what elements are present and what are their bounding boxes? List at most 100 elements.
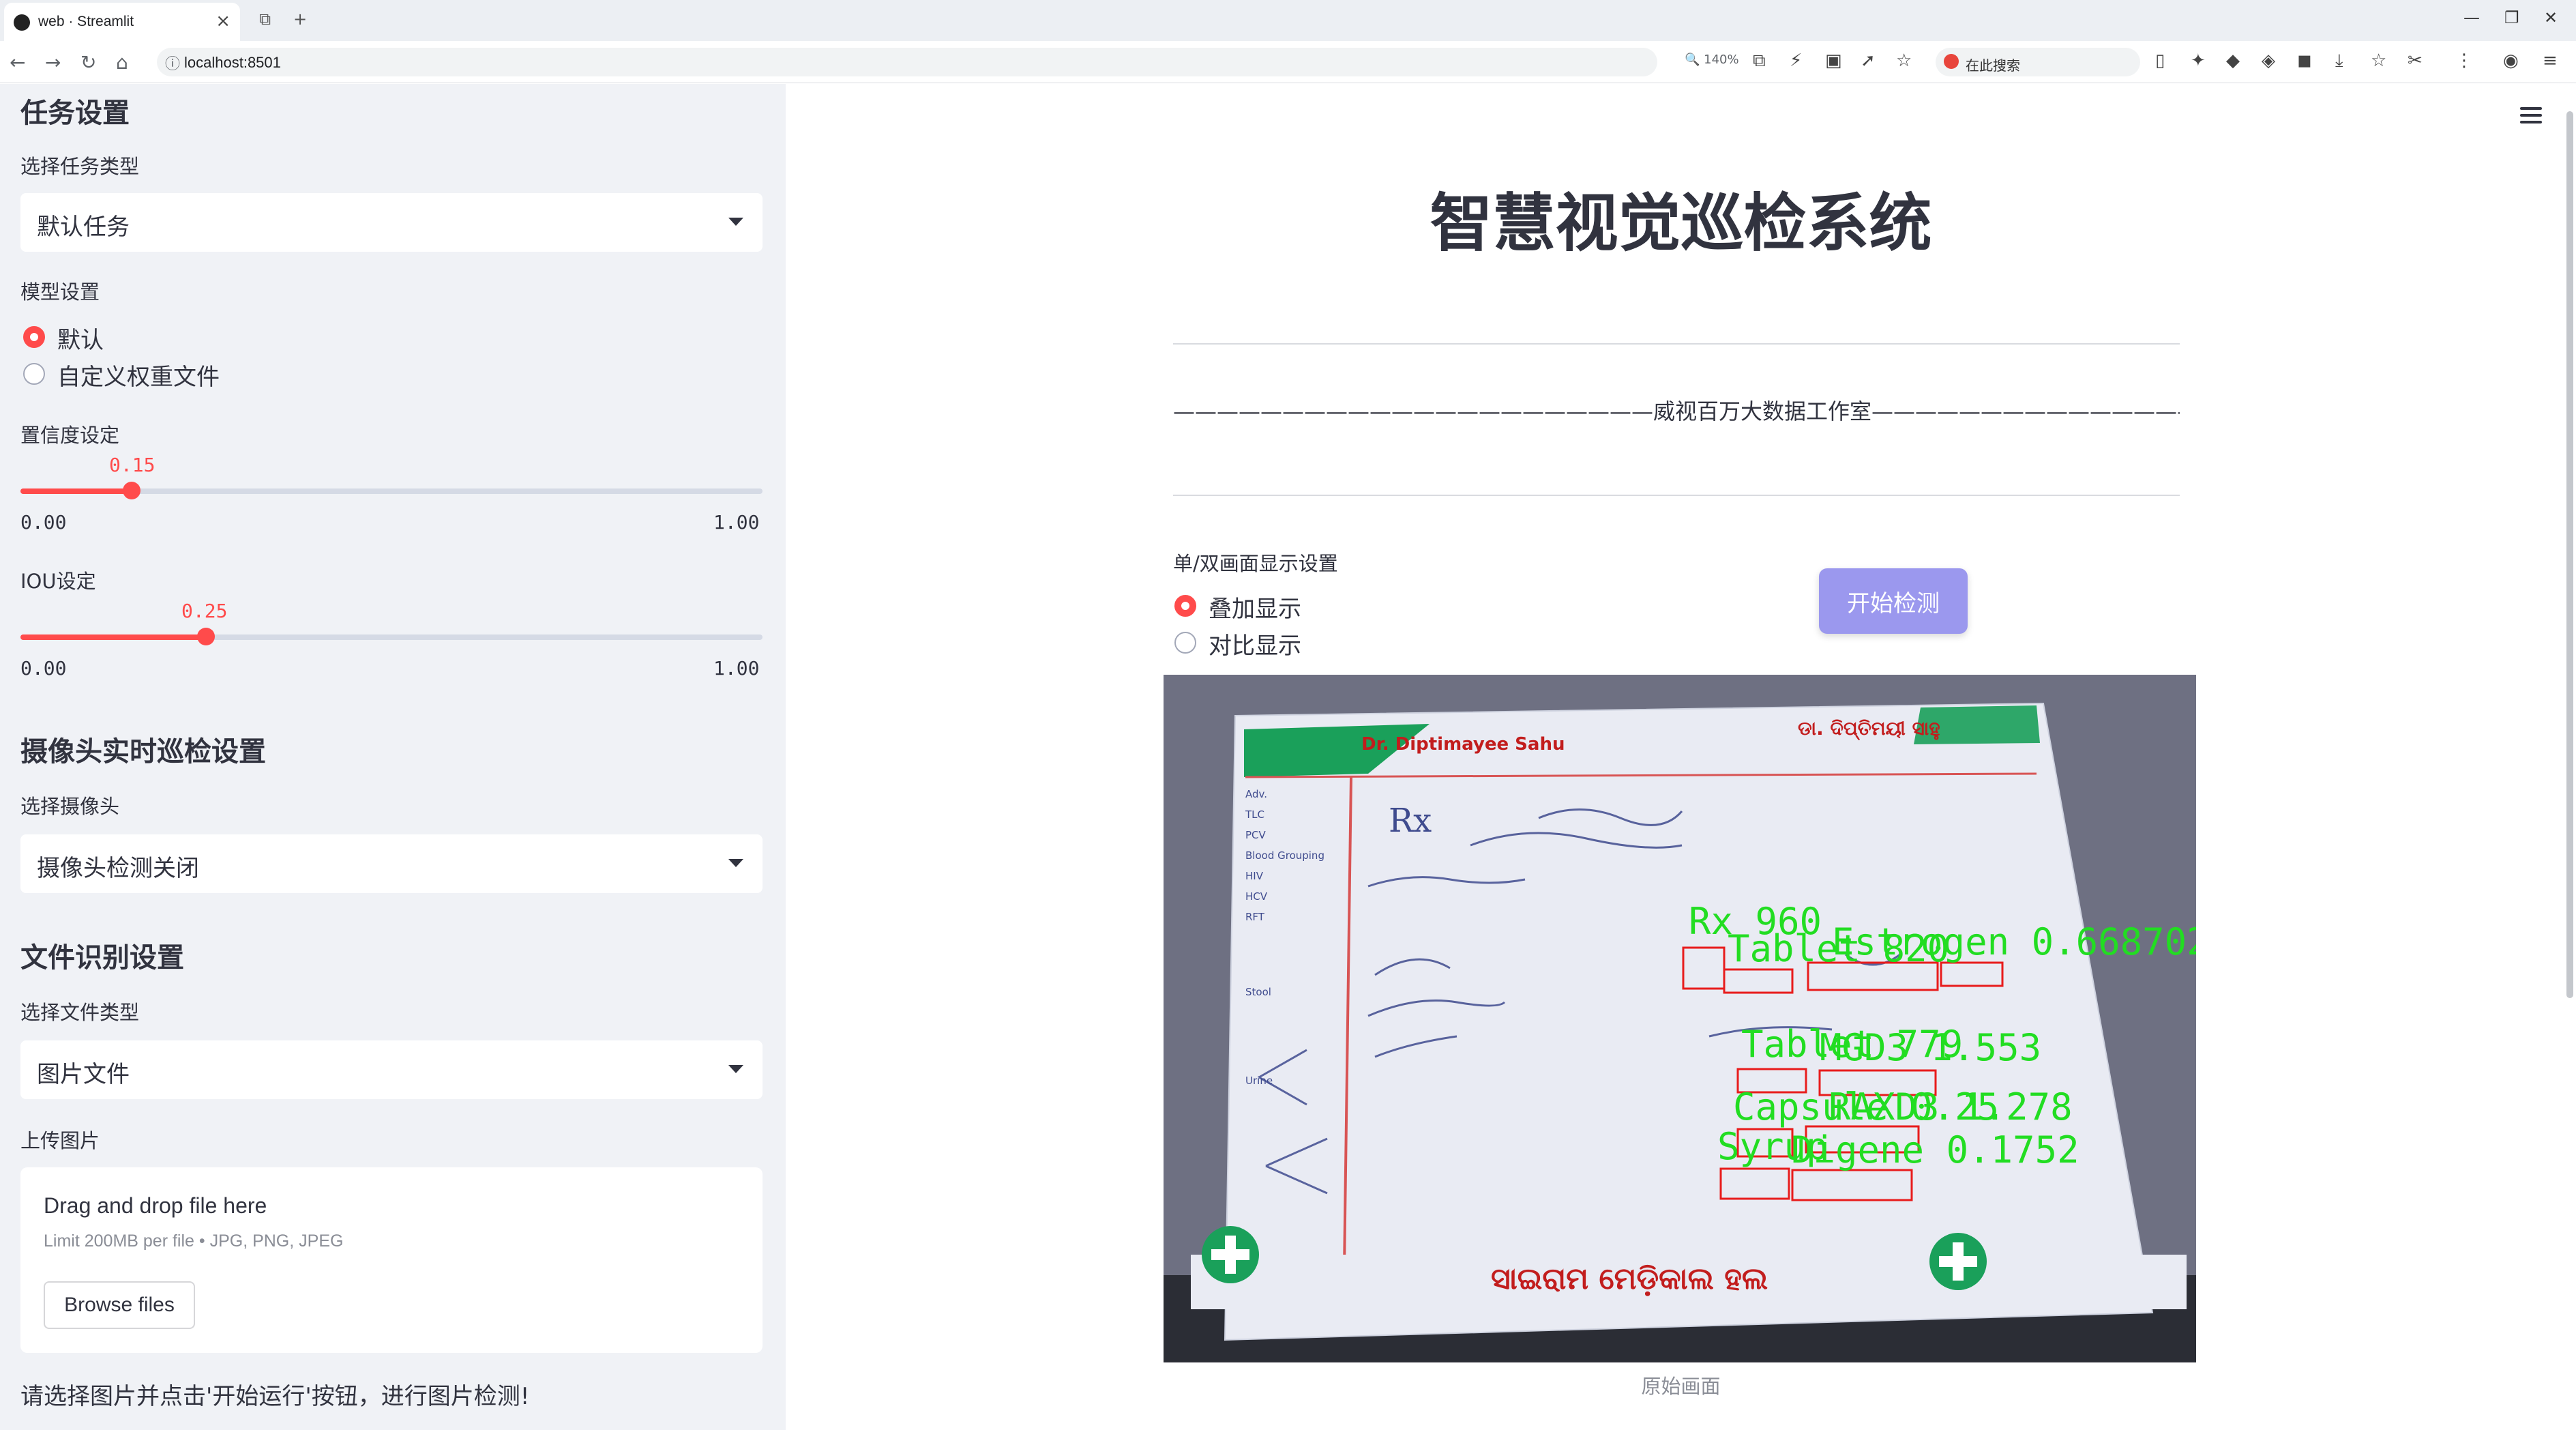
zoom-indicator[interactable]: 🔍 140% (1685, 53, 1739, 67)
browser-search-box[interactable]: 在此搜索 (1936, 48, 2140, 76)
forward-icon[interactable]: → (45, 51, 61, 74)
reload-icon[interactable]: ↻ (80, 51, 96, 74)
lightning-icon[interactable]: ⚡ (1790, 50, 1802, 71)
svg-text:Stool: Stool (1245, 986, 1271, 998)
divider-bottom (1173, 495, 2180, 496)
browser-tab[interactable]: web · Streamlit × (4, 3, 240, 41)
url-bar[interactable]: ⓘ localhost:8501 (157, 48, 1657, 76)
studio-banner: ——————————————————————威视百万大数据工作室————————… (1173, 398, 2180, 424)
iou-slider-handle[interactable] (197, 628, 215, 645)
svg-text:PCV: PCV (1245, 829, 1267, 841)
share-icon[interactable]: ➚ (1861, 50, 1876, 71)
svg-text:RFT: RFT (1245, 911, 1265, 923)
confidence-slider-handle[interactable] (123, 482, 141, 499)
back-icon[interactable]: ← (10, 51, 25, 74)
extension-4-icon[interactable]: ◼ (2297, 50, 2312, 71)
search-engine-logo-icon (1944, 54, 1959, 69)
iou-slider[interactable] (20, 628, 763, 645)
odia-header: ଡା. ଦିପ୍ତିମୟୀ ସାହୁ (1798, 717, 1940, 741)
detection-label-raxd3: RAXD3 1.278 (1829, 1085, 2073, 1128)
detection-label-estrogen: Estrogen 0.668702 (1832, 920, 2196, 963)
extension-icon[interactable]: ✦ (2191, 50, 2206, 71)
start-detection-button[interactable]: 开始检测 (1819, 568, 1968, 634)
task-type-label: 选择任务类型 (20, 155, 140, 178)
doctor-name: Dr. Diptimayee Sahu (1361, 734, 1565, 755)
display-mode-label: 单/双画面显示设置 (1173, 552, 1338, 575)
file-type-value: 图片文件 (37, 1061, 130, 1088)
iou-slider-fill (20, 634, 206, 640)
dropzone-limit: Limit 200MB per file • JPG, PNG, JPEG (44, 1231, 344, 1251)
display-option-overlay-label: 叠加显示 (1209, 596, 1301, 623)
radio-unselected-icon[interactable] (23, 363, 45, 385)
bookmark-star-icon[interactable]: ☆ (1896, 50, 1912, 71)
task-type-value: 默认任务 (37, 214, 130, 241)
confidence-slider-fill (20, 488, 132, 494)
footer-odia: ସାଇରାମ ମେଡ଼ିକାଲ ହଲ (1491, 1261, 1768, 1296)
divider-top (1173, 343, 2180, 345)
home-icon[interactable]: ⌂ (116, 51, 128, 74)
iou-min: 0.00 (20, 657, 67, 680)
file-dropzone[interactable]: Drag and drop file here Limit 200MB per … (20, 1167, 763, 1353)
chevron-down-icon (728, 859, 743, 867)
task-type-select[interactable]: 默认任务 (20, 193, 763, 252)
zoom-level: 140% (1704, 53, 1739, 67)
tab-title: web · Streamlit (38, 14, 134, 29)
close-tab-icon[interactable]: × (216, 11, 231, 31)
download-icon[interactable]: ⤓ (2335, 50, 2343, 72)
svg-text:HIV: HIV (1245, 870, 1264, 882)
hamburger-menu-icon[interactable] (2520, 107, 2542, 128)
address-toolbar: ← → ↻ ⌂ ⓘ localhost:8501 🔍 140% ⧉ ⚡ ▣ ➚ … (0, 41, 2576, 83)
confidence-slider[interactable] (20, 482, 763, 499)
profile-avatar-icon[interactable]: ◉ (2503, 50, 2519, 71)
model-option-default-label: 默认 (57, 327, 104, 354)
main-content: 智慧视觉巡检系统 ——————————————————————威视百万大数据工作… (786, 84, 2576, 1430)
file-settings-heading: 文件识别设置 (20, 942, 184, 974)
cut-icon[interactable]: ✂ (2408, 50, 2423, 71)
page-title: 智慧视觉巡检系统 (1430, 187, 1932, 260)
camera-select-label: 选择摄像头 (20, 795, 120, 818)
radio-selected-icon[interactable] (1174, 595, 1196, 617)
iou-max: 1.00 (713, 657, 760, 680)
model-settings-label: 模型设置 (20, 280, 100, 304)
more-icon[interactable]: ⋮ (2455, 50, 2473, 71)
camera-settings-heading: 摄像头实时巡检设置 (20, 736, 266, 768)
reader-icon[interactable]: ▯ (2155, 50, 2165, 71)
radio-selected-icon[interactable] (23, 326, 45, 348)
browser-menu-icon[interactable]: ≡ (2543, 50, 2558, 71)
detection-label-digene: Digene 0.1752 (1791, 1128, 2079, 1171)
window-close-icon[interactable]: ✕ (2544, 8, 2558, 27)
extension-3-icon[interactable]: ◈ (2262, 50, 2275, 71)
detection-image-viewer: Dr. Diptimayee Sahu ଡା. ଦିପ୍ତିମୟୀ ସାହୁ R… (1164, 675, 2196, 1362)
task-settings-heading: 任务设置 (20, 98, 130, 129)
confidence-max: 1.00 (713, 511, 760, 534)
restore-icon[interactable]: ❐ (2504, 8, 2519, 27)
chevron-down-icon (728, 1065, 743, 1073)
favorites-icon[interactable]: ☆ (2371, 50, 2386, 71)
new-tab-icon[interactable]: + (293, 10, 307, 29)
svg-text:HCV: HCV (1245, 890, 1268, 903)
file-type-select[interactable]: 图片文件 (20, 1040, 763, 1099)
detection-label-mgd3: MGD3 1.553 (1820, 1026, 2041, 1069)
dropzone-title: Drag and drop file here (44, 1193, 267, 1218)
sidebar: 任务设置 选择任务类型 默认任务 模型设置 默认 自定义权重文件 置信度设定 0… (0, 84, 786, 1430)
browse-files-button[interactable]: Browse files (44, 1281, 195, 1329)
svg-text:Blood Grouping: Blood Grouping (1245, 849, 1324, 862)
iou-value: 0.25 (181, 600, 228, 622)
svg-text:Adv.: Adv. (1245, 788, 1267, 800)
translate-icon[interactable]: ⧉ (1753, 50, 1766, 72)
sidebar-instruction: 请选择图片并点击'开始运行'按钮，进行图片检测! (20, 1383, 530, 1410)
chevron-down-icon (728, 218, 743, 226)
camera-select[interactable]: 摄像头检测关闭 (20, 834, 763, 893)
search-placeholder: 在此搜索 (1966, 57, 2020, 74)
tab-group-icon[interactable]: ⧉ (259, 10, 271, 29)
minimize-icon[interactable]: — (2463, 8, 2480, 27)
browser-tab-bar: web · Streamlit × ⧉ + — ❐ ✕ (0, 0, 2576, 41)
url-text: localhost:8501 (184, 54, 281, 71)
confidence-min: 0.00 (20, 511, 67, 534)
site-info-icon[interactable]: ⓘ (165, 52, 180, 74)
confidence-value: 0.15 (109, 454, 156, 476)
radio-unselected-icon[interactable] (1174, 632, 1196, 654)
prescription-photo: Dr. Diptimayee Sahu ଡା. ଦିପ୍ତିମୟୀ ସାହୁ R… (1164, 675, 2196, 1362)
extension-2-icon[interactable]: ◆ (2226, 50, 2240, 71)
screenshot-icon[interactable]: ▣ (1825, 50, 1842, 71)
